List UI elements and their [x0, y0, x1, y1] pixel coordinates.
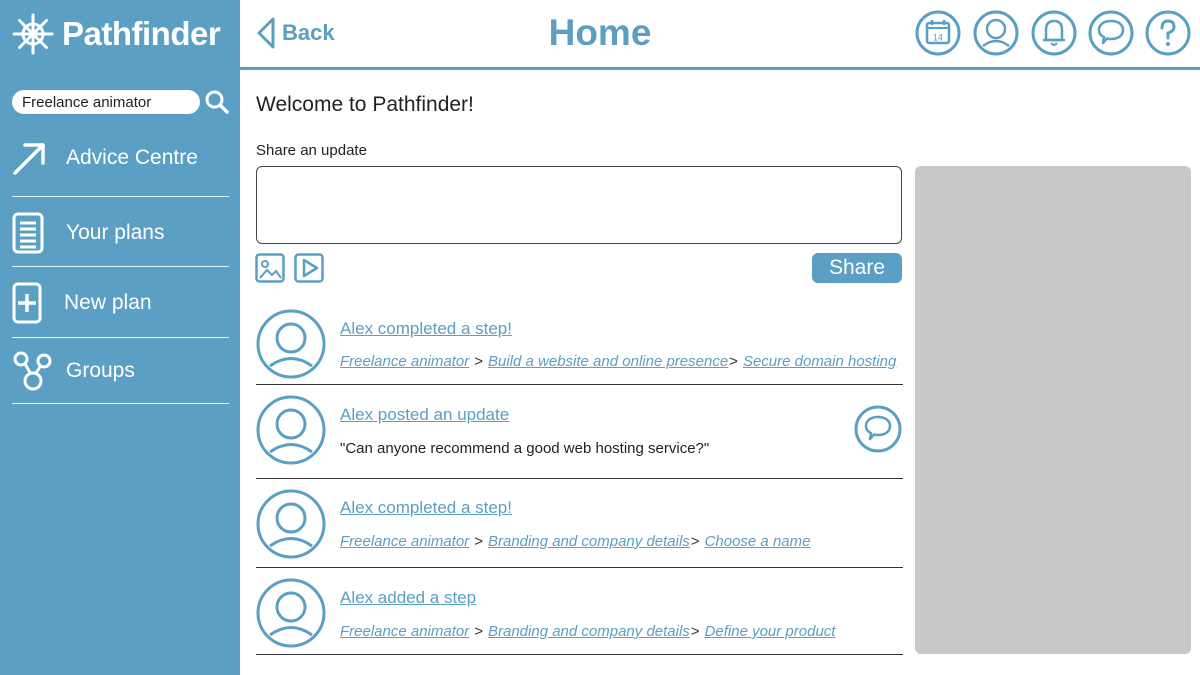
breadcrumb-link[interactable]: Freelance animator — [340, 353, 469, 370]
breadcrumb-link[interactable]: Choose a name — [705, 533, 811, 550]
feed-divider — [256, 654, 903, 655]
feed-divider — [256, 567, 903, 568]
sidebar-item-advice-centre[interactable]: Advice Centre — [12, 139, 229, 177]
search-icon[interactable] — [204, 89, 230, 115]
feed-item: Alex completed a step! Freelance animato… — [256, 489, 903, 559]
sidebar-item-new-plan[interactable]: New plan — [12, 282, 229, 324]
breadcrumb-link[interactable]: Define your product — [705, 623, 836, 640]
nav-divider — [12, 196, 229, 197]
breadcrumb-link[interactable]: Build a website and online presence — [488, 353, 728, 370]
breadcrumb-separator: > — [474, 353, 483, 370]
avatar[interactable] — [256, 489, 326, 559]
sidebar-item-label: Your plans — [66, 221, 165, 244]
search-box — [12, 90, 200, 114]
arrow-up-right-icon — [13, 143, 45, 175]
profile-icon[interactable] — [973, 10, 1019, 56]
back-button[interactable]: Back — [256, 16, 335, 50]
app-name: Pathfinder — [62, 15, 221, 52]
image-upload-icon[interactable] — [255, 253, 285, 283]
page-title: Home — [548, 12, 652, 53]
welcome-heading: Welcome to Pathfinder! — [256, 93, 474, 116]
breadcrumb: Freelance animator > Branding and company … — [340, 533, 810, 550]
sidebar-item-label: Groups — [66, 359, 135, 382]
bell-icon[interactable] — [1031, 10, 1077, 56]
chat-icon[interactable] — [1088, 10, 1134, 56]
app-logo[interactable]: Pathfinder — [12, 12, 221, 56]
feed-divider — [256, 478, 903, 479]
back-arrow-icon — [257, 17, 275, 49]
breadcrumb-link[interactable]: Branding and company details — [488, 623, 690, 640]
comment-icon[interactable] — [854, 405, 902, 453]
calendar-day: 14 — [933, 33, 943, 43]
sidebar-item-label: New plan — [64, 291, 152, 314]
side-panel-placeholder — [915, 166, 1191, 654]
breadcrumb-link[interactable]: Freelance animator — [340, 533, 469, 550]
nav-divider — [12, 337, 229, 338]
calendar-icon[interactable]: 14 — [915, 10, 961, 56]
breadcrumb-link[interactable]: Secure domain hosting — [743, 353, 896, 370]
breadcrumb: Freelance animator > Branding and company … — [340, 623, 835, 640]
document-list-icon — [12, 212, 44, 254]
sidebar-item-groups[interactable]: Groups — [12, 350, 229, 392]
feed-divider — [256, 384, 903, 385]
sidebar-item-label: Advice Centre — [66, 146, 198, 169]
breadcrumb-separator: > — [690, 533, 700, 550]
feed-item: Alex posted an update "Can anyone recomm… — [256, 395, 903, 465]
sidebar: Pathfinder Advice Centre — [0, 0, 240, 675]
video-upload-icon[interactable] — [294, 253, 324, 283]
update-text: "Can anyone recommend a good web hosting… — [340, 440, 710, 457]
nav-divider — [12, 266, 229, 267]
share-label: Share an update — [256, 142, 367, 159]
plus-box-icon — [12, 282, 42, 324]
breadcrumb-separator: > — [690, 623, 700, 640]
breadcrumb-separator: > — [474, 533, 483, 550]
avatar[interactable] — [256, 578, 326, 648]
breadcrumb-separator: > — [729, 353, 738, 370]
top-bar-divider — [240, 67, 1200, 70]
breadcrumb-separator: > — [474, 623, 483, 640]
sidebar-item-your-plans[interactable]: Your plans — [12, 212, 229, 254]
breadcrumb-link[interactable]: Freelance animator — [340, 623, 469, 640]
avatar[interactable] — [256, 309, 326, 379]
back-label: Back — [282, 20, 335, 45]
feed-item: Alex added a step Freelance animator > Bra… — [256, 578, 903, 648]
ship-wheel-icon — [12, 13, 54, 55]
breadcrumb: Freelance animator > Build a website and o… — [340, 353, 896, 370]
feed-item-title[interactable]: Alex added a step — [340, 588, 476, 608]
feed-item-title[interactable]: Alex completed a step! — [340, 319, 512, 339]
nav-divider — [12, 403, 229, 404]
avatar[interactable] — [256, 395, 326, 465]
share-button[interactable]: Share — [812, 253, 902, 283]
groups-icon — [13, 351, 52, 391]
feed-item-title[interactable]: Alex posted an update — [340, 405, 509, 425]
feed-item-title[interactable]: Alex completed a step! — [340, 498, 512, 518]
breadcrumb-link[interactable]: Branding and company details — [488, 533, 690, 550]
share-update-input[interactable] — [256, 166, 902, 244]
search-input[interactable] — [12, 90, 200, 114]
feed-item: Alex completed a step! Freelance animato… — [256, 309, 903, 379]
help-icon[interactable] — [1145, 10, 1191, 56]
